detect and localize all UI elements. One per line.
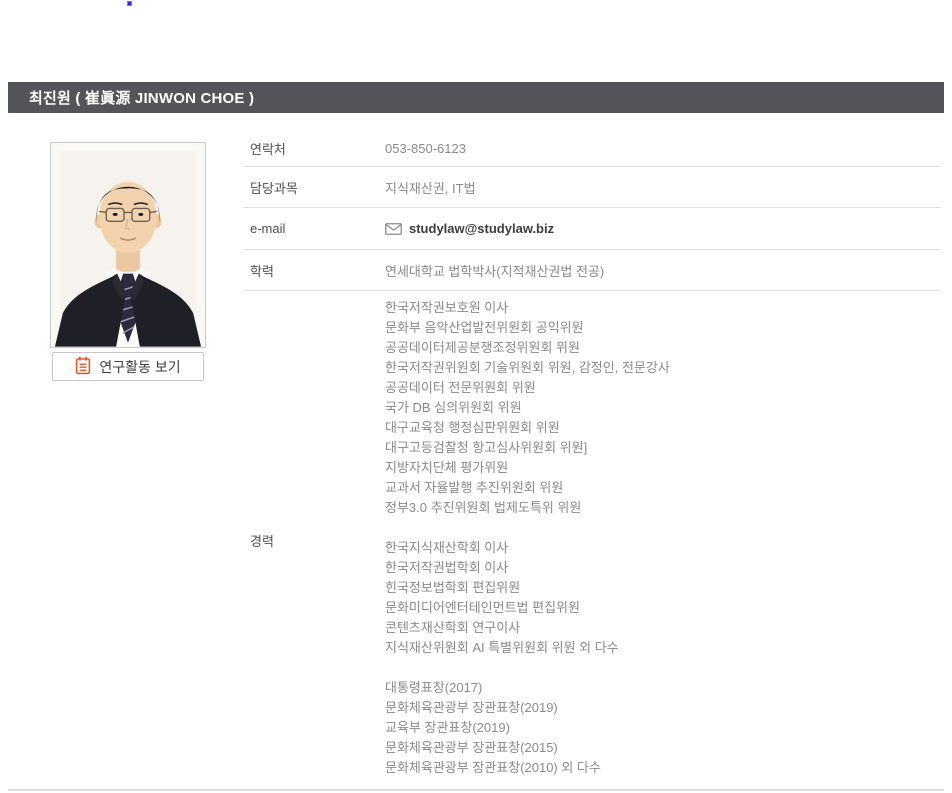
career-group: 대통령표창(2017)문화체육관광부 장관표창(2019)교육부 장관표창(20… bbox=[385, 678, 670, 778]
subjects-value: 지식재산권, IT법 bbox=[385, 178, 476, 197]
education-label: 학력 bbox=[243, 261, 385, 280]
career-line: 대구교육청 행정심판위원회 위원 bbox=[385, 418, 670, 438]
envelope-icon bbox=[385, 223, 402, 235]
email-label: e-mail bbox=[243, 221, 385, 236]
career-line: 정부3.0 추진위원회 법제도특위 위원 bbox=[385, 498, 670, 518]
career-line: 한국지식재산학회 이사 bbox=[385, 538, 670, 558]
career-line: 한국저작권법학회 이사 bbox=[385, 558, 670, 578]
education-value: 연세대학교 법학박사(지적재산권법 전공) bbox=[385, 261, 604, 280]
career-line: 힌국정보법학회 편집위원 bbox=[385, 578, 670, 598]
career-line: 한국저작권보호원 이사 bbox=[385, 298, 670, 318]
row-subjects: 담당과목 지식재산권, IT법 bbox=[243, 167, 941, 208]
career-line: 공공데이터제공분쟁조정위원회 위원 bbox=[385, 338, 670, 358]
row-contact: 연락처 053-850-6123 bbox=[243, 130, 941, 167]
career-line: 콘텐츠재산학회 연구이사 bbox=[385, 618, 670, 638]
career-line: 문화체육관광부 장관표창(2015) bbox=[385, 738, 670, 758]
broken-image-marker bbox=[127, 1, 132, 6]
career-line: 문화체육관광부 장관표창(2019) bbox=[385, 698, 670, 718]
bottom-divider bbox=[8, 789, 944, 791]
profile-header-bar: 최진원 ( 崔眞源 JINWON CHOE ) bbox=[8, 82, 944, 113]
career-line: 교과서 자율발행 추진위원회 위원 bbox=[385, 478, 670, 498]
row-email: e-mail studylaw@studylaw.biz bbox=[243, 208, 941, 250]
career-groups: 한국저작권보호원 이사문화부 음악산업발전위원회 공익위원공공데이터제공분쟁조정… bbox=[385, 291, 670, 778]
portrait-illustration bbox=[51, 143, 205, 347]
faculty-profile-page: 최진원 ( 崔眞源 JINWON CHOE ) bbox=[0, 0, 952, 793]
career-line: 대통령표창(2017) bbox=[385, 678, 670, 698]
career-group: 한국저작권보호원 이사문화부 음악산업발전위원회 공익위원공공데이터제공분쟁조정… bbox=[385, 298, 670, 518]
career-line: 문화미디어엔터테인먼트법 편집위원 bbox=[385, 598, 670, 618]
career-line: 공공데이터 전문위원회 위원 bbox=[385, 378, 670, 398]
career-line: 한국저작권위원회 기술위원회 위원, 감정인, 전문강사 bbox=[385, 358, 670, 378]
contact-value: 053-850-6123 bbox=[385, 141, 466, 156]
career-group: 한국지식재산학회 이사한국저작권법학회 이사힌국정보법학회 편집위원문화미디어엔… bbox=[385, 538, 670, 658]
career-line: 문화부 음악산업발전위원회 공익위원 bbox=[385, 318, 670, 338]
row-education: 학력 연세대학교 법학박사(지적재산권법 전공) bbox=[243, 250, 941, 291]
profile-detail-table: 연락처 053-850-6123 담당과목 지식재산권, IT법 e-mail … bbox=[243, 130, 941, 789]
career-line: 문화체육관광부 장관표창(2010) 외 다수 bbox=[385, 758, 670, 778]
subjects-label: 담당과목 bbox=[243, 178, 385, 197]
contact-label: 연락처 bbox=[243, 139, 385, 158]
career-label: 경력 bbox=[243, 531, 385, 550]
career-line: 교육부 장관표창(2019) bbox=[385, 718, 670, 738]
research-activity-button-label: 연구활동 보기 bbox=[99, 357, 180, 377]
career-line: 지방자치단체 평가위원 bbox=[385, 458, 670, 478]
career-line: 국가 DB 심의위원회 위원 bbox=[385, 398, 670, 418]
career-line: 지식재산위원회 AI 특별위원회 위원 외 다수 bbox=[385, 638, 670, 658]
notepad-icon bbox=[75, 356, 91, 378]
email-link[interactable]: studylaw@studylaw.biz bbox=[409, 221, 554, 236]
research-activity-button[interactable]: 연구활동 보기 bbox=[52, 352, 204, 381]
profile-photo bbox=[50, 142, 206, 348]
career-line: 대구고등검찰청 항고심사위원회 위원] bbox=[385, 438, 670, 458]
row-career: 경력 한국저작권보호원 이사문화부 음악산업발전위원회 공익위원공공데이터제공분… bbox=[243, 291, 941, 789]
profile-name-title: 최진원 ( 崔眞源 JINWON CHOE ) bbox=[8, 87, 254, 108]
